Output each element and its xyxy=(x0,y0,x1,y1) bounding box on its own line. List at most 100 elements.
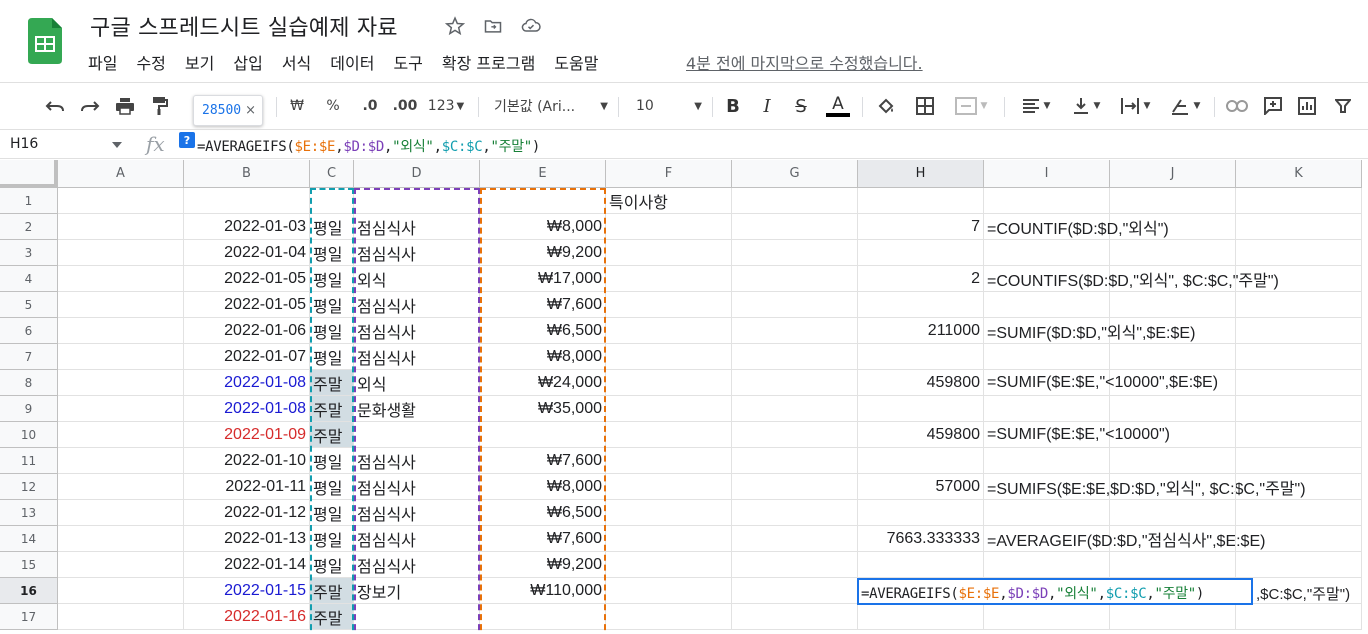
row-header[interactable]: 13 xyxy=(0,500,58,526)
row-header[interactable]: 14 xyxy=(0,526,58,552)
column-header-i[interactable]: I xyxy=(984,160,1110,188)
cell-a4[interactable] xyxy=(58,266,184,292)
paint-format-icon[interactable] xyxy=(147,93,173,119)
cell-b13[interactable]: 2022-01-12 xyxy=(184,500,310,526)
cell-g7[interactable] xyxy=(732,344,858,370)
cell-j10[interactable] xyxy=(1110,422,1236,448)
column-header-c[interactable]: C xyxy=(310,160,354,188)
cell-j12[interactable] xyxy=(1110,474,1236,500)
cell-j17[interactable] xyxy=(1110,604,1236,630)
cell-g13[interactable] xyxy=(732,500,858,526)
cell-k8[interactable] xyxy=(1236,370,1362,396)
cell-a3[interactable] xyxy=(58,240,184,266)
cell-j14[interactable] xyxy=(1110,526,1236,552)
sheets-logo-icon[interactable] xyxy=(28,18,62,64)
row-header[interactable]: 10 xyxy=(0,422,58,448)
cell-i6[interactable]: =SUMIF($D:$D,"외식",$E:$E) xyxy=(984,318,1195,344)
cell-k15[interactable] xyxy=(1236,552,1362,578)
cell-e13[interactable]: ₩6,500 xyxy=(480,500,606,526)
cell-g14[interactable] xyxy=(732,526,858,552)
cell-g2[interactable] xyxy=(732,214,858,240)
cell-b15[interactable]: 2022-01-14 xyxy=(184,552,310,578)
horizontal-align-icon[interactable]: ▼ xyxy=(1016,93,1056,119)
cell-h10[interactable]: 459800 xyxy=(858,422,984,448)
decrease-decimal-button[interactable]: .0 xyxy=(356,93,384,119)
number-format-dropdown[interactable]: 123 ▼ xyxy=(424,93,468,119)
cell-d13[interactable]: 점심식사 xyxy=(354,500,480,526)
cell-e4[interactable]: ₩17,000 xyxy=(480,266,606,292)
column-header-a[interactable]: A xyxy=(58,160,184,188)
formula-input[interactable]: =AVERAGEIFS($E:$E,$D:$D,"외식",$C:$C,"주말") xyxy=(197,136,540,156)
cell-c3[interactable]: 평일 xyxy=(310,240,354,266)
cell-b4[interactable]: 2022-01-05 xyxy=(184,266,310,292)
cell-e11[interactable]: ₩7,600 xyxy=(480,448,606,474)
cell-e8[interactable]: ₩24,000 xyxy=(480,370,606,396)
cell-b2[interactable]: 2022-01-03 xyxy=(184,214,310,240)
cell-k14[interactable] xyxy=(1236,526,1362,552)
cell-b12[interactable]: 2022-01-11 xyxy=(184,474,310,500)
cell-f7[interactable] xyxy=(606,344,732,370)
cell-k17[interactable] xyxy=(1236,604,1362,630)
cell-b16[interactable]: 2022-01-15 xyxy=(184,578,310,604)
cell-c5[interactable]: 평일 xyxy=(310,292,354,318)
cell-i5[interactable] xyxy=(984,292,1110,318)
column-header-h[interactable]: H xyxy=(858,160,984,188)
menu-format[interactable]: 서식 xyxy=(282,50,311,74)
cell-i9[interactable] xyxy=(984,396,1110,422)
cell-i11[interactable] xyxy=(984,448,1110,474)
cell-e5[interactable]: ₩7,600 xyxy=(480,292,606,318)
cell-i10[interactable]: =SUMIF($E:$E,"<10000") xyxy=(984,422,1170,448)
cell-i4[interactable]: =COUNTIFS($D:$D,"외식", $C:$C,"주말") xyxy=(984,266,1279,292)
cell-a10[interactable] xyxy=(58,422,184,448)
cell-g10[interactable] xyxy=(732,422,858,448)
cell-k2[interactable] xyxy=(1236,214,1362,240)
cell-d17[interactable] xyxy=(354,604,480,630)
cell-f1[interactable]: 특이사항 xyxy=(606,188,732,214)
formula-help-icon[interactable]: ? xyxy=(179,132,195,148)
cell-g8[interactable] xyxy=(732,370,858,396)
cell-e7[interactable]: ₩8,000 xyxy=(480,344,606,370)
menu-edit[interactable]: 수정 xyxy=(136,50,165,74)
cell-c16[interactable]: 주말 xyxy=(310,578,354,604)
insert-comment-icon[interactable] xyxy=(1260,93,1286,119)
cell-d10[interactable] xyxy=(354,422,480,448)
cell-g3[interactable] xyxy=(732,240,858,266)
cell-i15[interactable] xyxy=(984,552,1110,578)
cell-c13[interactable]: 평일 xyxy=(310,500,354,526)
cell-g17[interactable] xyxy=(732,604,858,630)
cell-j8[interactable] xyxy=(1110,370,1236,396)
cell-a8[interactable] xyxy=(58,370,184,396)
cell-f16[interactable] xyxy=(606,578,732,604)
cell-d9[interactable]: 문화생활 xyxy=(354,396,480,422)
cell-f10[interactable] xyxy=(606,422,732,448)
cell-j2[interactable] xyxy=(1110,214,1236,240)
cell-j7[interactable] xyxy=(1110,344,1236,370)
row-header[interactable]: 15 xyxy=(0,552,58,578)
insert-chart-icon[interactable] xyxy=(1294,93,1320,119)
cell-b7[interactable]: 2022-01-07 xyxy=(184,344,310,370)
cell-b9[interactable]: 2022-01-08 xyxy=(184,396,310,422)
cell-i12[interactable]: =SUMIFS($E:$E,$D:$D,"외식", $C:$C,"주말") xyxy=(984,474,1306,500)
cell-k3[interactable] xyxy=(1236,240,1362,266)
cell-c9[interactable]: 주말 xyxy=(310,396,354,422)
row-header[interactable]: 11 xyxy=(0,448,58,474)
column-header-k[interactable]: K xyxy=(1236,160,1362,188)
cell-g16[interactable] xyxy=(732,578,858,604)
row-header[interactable]: 8 xyxy=(0,370,58,396)
cell-h7[interactable] xyxy=(858,344,984,370)
cell-k1[interactable] xyxy=(1236,188,1362,214)
row-header[interactable]: 1 xyxy=(0,188,58,214)
font-family-dropdown[interactable]: 기본값 (Ari... ▼ xyxy=(494,93,608,119)
cell-f4[interactable] xyxy=(606,266,732,292)
cell-h6[interactable]: 211000 xyxy=(858,318,984,344)
cell-e6[interactable]: ₩6,500 xyxy=(480,318,606,344)
cell-h5[interactable] xyxy=(858,292,984,318)
cell-d16[interactable]: 장보기 xyxy=(354,578,480,604)
cell-j4[interactable] xyxy=(1110,266,1236,292)
name-box[interactable]: H16 xyxy=(10,136,38,152)
cell-c8[interactable]: 주말 xyxy=(310,370,354,396)
cell-a14[interactable] xyxy=(58,526,184,552)
cell-c12[interactable]: 평일 xyxy=(310,474,354,500)
cell-d2[interactable]: 점심식사 xyxy=(354,214,480,240)
active-cell-editor[interactable]: =AVERAGEIFS($E:$E,$D:$D,"외식",$C:$C,"주말") xyxy=(857,578,1253,605)
